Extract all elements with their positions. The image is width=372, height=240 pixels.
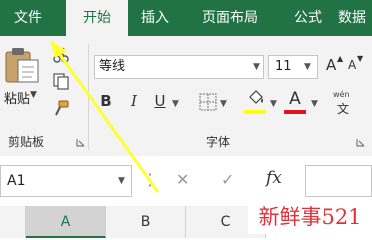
underline-dropdown-icon[interactable]: ▼ bbox=[172, 99, 179, 109]
tab-file[interactable]: 文件 bbox=[0, 0, 56, 36]
paste-icon[interactable] bbox=[4, 46, 42, 84]
column-header-b[interactable]: B bbox=[106, 206, 186, 238]
paste-label[interactable]: 粘贴 bbox=[4, 88, 30, 107]
font-group-label: 字体 bbox=[206, 135, 231, 149]
font-size-dropdown-icon[interactable]: ▼ bbox=[304, 62, 311, 72]
bold-button[interactable]: B bbox=[98, 92, 114, 110]
fill-color-icon[interactable] bbox=[246, 88, 266, 108]
tab-data[interactable]: 数据 bbox=[338, 0, 372, 36]
font-dialog-launcher-icon[interactable] bbox=[356, 138, 365, 147]
phonetic-guide-top: wén bbox=[333, 90, 350, 99]
formula-bar-grip-icon: ⋮ bbox=[142, 170, 158, 189]
increase-font-size-icon[interactable]: A bbox=[326, 56, 336, 74]
phonetic-guide-icon[interactable]: 文 bbox=[337, 100, 349, 117]
name-box-dropdown-icon[interactable]: ▼ bbox=[118, 176, 125, 186]
tab-formulas[interactable]: 公式 bbox=[280, 0, 336, 36]
font-name-combobox[interactable]: 等线 bbox=[94, 55, 264, 79]
group-separator bbox=[88, 44, 89, 150]
column-header-a[interactable]: A bbox=[26, 206, 106, 238]
decrease-font-size-icon[interactable]: A bbox=[348, 58, 356, 72]
italic-button[interactable]: I bbox=[126, 92, 142, 110]
copy-icon[interactable] bbox=[52, 72, 70, 90]
name-box[interactable]: A1 bbox=[0, 165, 132, 197]
underline-button[interactable]: U bbox=[152, 92, 168, 110]
font-name-dropdown-icon[interactable]: ▼ bbox=[253, 62, 260, 72]
clipboard-dialog-launcher-icon[interactable] bbox=[76, 138, 85, 147]
fill-color-swatch bbox=[244, 110, 266, 114]
format-painter-icon[interactable] bbox=[52, 99, 70, 117]
font-color-swatch bbox=[284, 110, 306, 114]
tab-home[interactable]: 开始 bbox=[66, 0, 128, 36]
cut-icon[interactable] bbox=[52, 46, 70, 64]
font-color-icon[interactable]: A bbox=[285, 89, 305, 109]
tab-page-layout[interactable]: 页面布局 bbox=[182, 0, 278, 36]
borders-dropdown-icon[interactable]: ▼ bbox=[220, 99, 227, 109]
paste-dropdown-icon[interactable]: ▼ bbox=[30, 90, 37, 100]
enter-icon[interactable]: ✓ bbox=[221, 170, 234, 189]
borders-icon[interactable] bbox=[198, 92, 218, 112]
font-color-dropdown-icon[interactable]: ▼ bbox=[311, 99, 318, 109]
insert-function-icon[interactable]: fx bbox=[266, 168, 282, 188]
formula-input[interactable] bbox=[305, 165, 372, 197]
grow-caret-icon: ▲ bbox=[337, 54, 344, 63]
watermark-text: 新鲜事521 bbox=[248, 200, 372, 234]
shrink-caret-icon: ▼ bbox=[357, 54, 364, 63]
fill-color-dropdown-icon[interactable]: ▼ bbox=[270, 99, 277, 109]
tab-insert[interactable]: 插入 bbox=[128, 0, 182, 36]
clipboard-group-label: 剪贴板 bbox=[8, 135, 45, 149]
ribbon-tab-bar: 文件 开始 插入 页面布局 公式 数据 bbox=[0, 0, 372, 36]
cancel-icon[interactable]: ✕ bbox=[176, 170, 189, 189]
select-all-corner[interactable] bbox=[0, 206, 26, 238]
